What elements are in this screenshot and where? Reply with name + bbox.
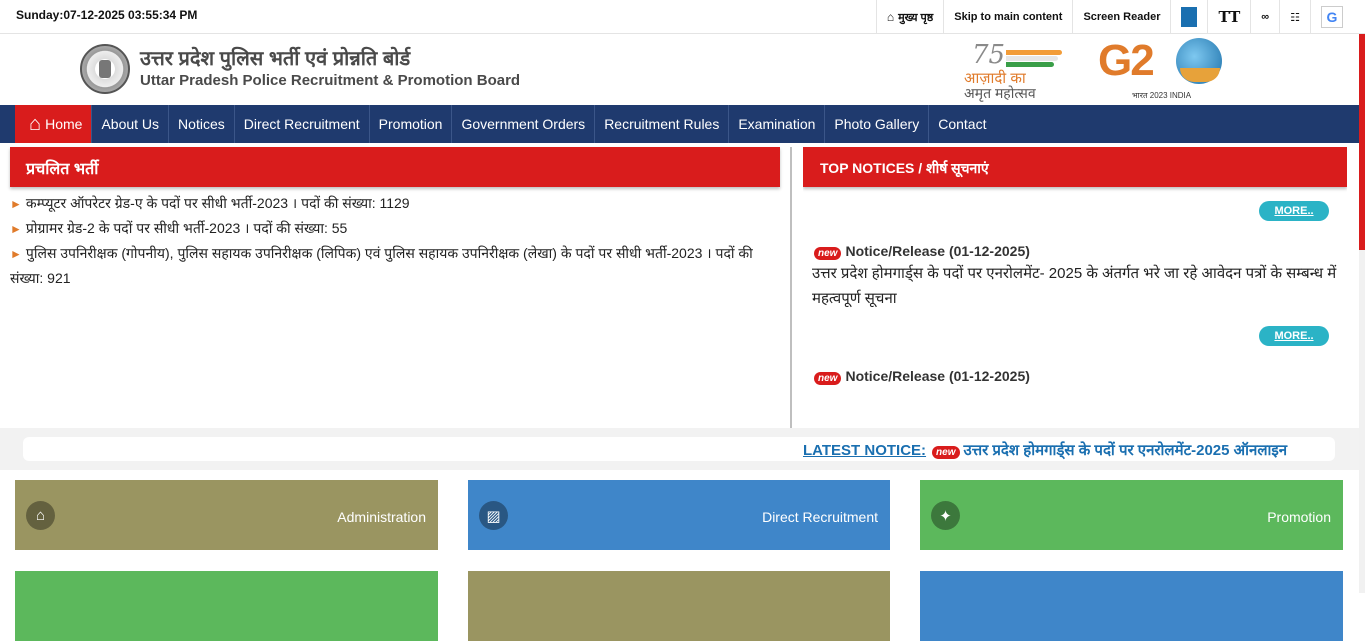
vacancy-text: कम्प्यूटर ऑपरेटर ग्रेड-ए के पदों पर सीधी… [25,195,410,211]
current-vacancies-heading: प्रचलित भर्ती [10,147,780,187]
home-icon: ⌂ [26,501,55,530]
vacancy-item[interactable]: ► पुलिस उपनिरीक्षक (गोपनीय), पुलिस सहायक … [10,241,780,290]
home-link[interactable]: ⌂ मुख्य पृष्ठ [875,0,943,34]
arrow-right-icon: ► [10,197,22,211]
arrow-right-icon: ► [10,222,22,236]
medal-icon: ✦ [931,501,960,530]
main-navigation: ⌂ Home About Us Notices Direct Recruitme… [0,105,1359,143]
text-size-icon: TT [1218,8,1241,26]
new-badge-icon: new [814,372,842,385]
scrollbar-thumb[interactable] [1359,34,1365,250]
panel-divider [790,147,792,428]
ticker-content[interactable]: LATEST NOTICE: new उत्तर प्रदेश होमगार्ड्स… [803,440,1287,460]
azadi-ka-amrit-mahotsav-logo: 75 आज़ादी का अमृत महोत्सव [962,40,1082,101]
top-notices-panel: TOP NOTICES / शीर्ष सूचनाएं MORE.. new No… [803,147,1347,428]
tile-row2-2[interactable] [468,571,890,641]
new-badge-icon: new [814,247,842,260]
notice-item: MORE.. new Notice/Release (01-12-2025) उत… [803,187,1347,312]
google-translate-button[interactable]: G [1310,0,1343,34]
social-share-button[interactable]: ∞ [1250,0,1279,34]
g20-text: G2 [1098,36,1155,85]
vacancy-item[interactable]: ► कम्प्यूटर ऑपरेटर ग्रेड-ए के पदों पर सीध… [10,191,780,216]
nav-examination[interactable]: Examination [729,105,826,143]
text-size-button[interactable]: TT [1207,0,1250,34]
tile-label: Administration [337,509,426,525]
nav-direct-recruitment[interactable]: Direct Recruitment [235,105,370,143]
tile-administration[interactable]: ⌂ Administration [15,480,438,550]
notice-title: new Notice/Release (01-12-2025) [814,243,1030,260]
sitemap-icon: ☷ [1290,11,1300,24]
azadi-line-2: अमृत महोत्सव [964,85,1036,101]
social-icon: ∞ [1261,11,1270,23]
police-emblem-logo[interactable] [80,44,130,94]
tile-row2-3[interactable] [920,571,1343,641]
home-icon: ⌂ [886,10,895,24]
utility-links: ⌂ मुख्य पृष्ठ Skip to main content Scree… [875,0,1343,34]
latest-notice-ticker: LATEST NOTICE: new उत्तर प्रदेश होमगार्ड्स… [23,437,1335,461]
skip-to-main-link[interactable]: Skip to main content [943,0,1072,34]
tile-direct-recruitment[interactable]: ▨ Direct Recruitment [468,480,890,550]
contrast-icon [1181,7,1198,27]
arrow-right-icon: ► [10,247,22,261]
nav-home-label: Home [45,116,83,132]
notice-title-text: Notice/Release (01-12-2025) [845,243,1030,259]
nav-promotion[interactable]: Promotion [370,105,453,143]
site-title-english: Uttar Pradesh Police Recruitment & Promo… [140,72,521,89]
nav-home[interactable]: ⌂ Home [15,105,93,143]
site-header: उत्तर प्रदेश पुलिस भर्ती एवं प्रोन्नति ब… [0,34,1365,105]
tile-label: Direct Recruitment [762,509,878,525]
notice-item: MORE.. new Notice/Release (01-12-2025) [803,312,1347,428]
tile-row2-1[interactable] [15,571,438,641]
more-button[interactable]: MORE.. [1259,201,1329,221]
nav-photo-gallery[interactable]: Photo Gallery [825,105,930,143]
home-link-label: मुख्य पृष्ठ [898,11,934,24]
notice-title-text: Notice/Release (01-12-2025) [845,368,1030,384]
page-scrollbar[interactable] [1359,34,1365,593]
nav-notices[interactable]: Notices [169,105,235,143]
contrast-toggle[interactable] [1170,0,1207,34]
current-vacancies-panel: प्रचलित भर्ती ► कम्प्यूटर ऑपरेटर ग्रेड-ए … [10,147,780,428]
google-icon: G [1321,6,1343,28]
tile-label: Promotion [1267,509,1331,525]
latest-notice-label[interactable]: LATEST NOTICE: [803,442,926,459]
top-utility-bar: Sunday:07-12-2025 03:55:34 PM ⌂ मुख्य पृ… [0,0,1365,34]
id-card-icon: ▨ [479,501,508,530]
lotus-icon [1180,68,1220,82]
g20-subtitle: भारत 2023 INDIA [1132,91,1192,100]
azadi-75-number: 75 [972,40,1006,70]
new-badge-icon: new [932,446,960,459]
nav-about-us[interactable]: About Us [92,105,170,143]
vacancy-text: प्रोग्रामर ग्रेड-2 के पदों पर सीधी भर्ती… [25,220,348,236]
sitemap-button[interactable]: ☷ [1279,0,1310,34]
site-title-hindi: उत्तर प्रदेश पुलिस भर्ती एवं प्रोन्नति ब… [140,48,411,70]
nav-government-orders[interactable]: Government Orders [452,105,596,143]
notice-title: new Notice/Release (01-12-2025) [814,368,1030,385]
notice-description[interactable]: उत्तर प्रदेश होमगार्ड्स के पदों पर एनरोल… [812,261,1337,311]
g20-logo: G2 भारत 2023 INDIA [1098,34,1228,104]
nav-recruitment-rules[interactable]: Recruitment Rules [595,105,730,143]
top-notices-heading: TOP NOTICES / शीर्ष सूचनाएं [803,147,1347,187]
tricolor-flag-graphic [1006,50,1066,67]
nav-contact[interactable]: Contact [929,105,995,143]
tile-promotion[interactable]: ✦ Promotion [920,480,1343,550]
ticker-text[interactable]: उत्तर प्रदेश होमगार्ड्स के पदों पर एनरोल… [964,442,1288,459]
more-button[interactable]: MORE.. [1259,326,1329,346]
screen-reader-link[interactable]: Screen Reader [1072,0,1170,34]
vacancy-text: पुलिस उपनिरीक्षक (गोपनीय), पुलिस सहायक उ… [10,245,753,286]
vacancy-item[interactable]: ► प्रोग्रामर ग्रेड-2 के पदों पर सीधी भर्त… [10,216,780,241]
vacancy-list: ► कम्प्यूटर ऑपरेटर ग्रेड-ए के पदों पर सीध… [10,187,780,290]
latest-notice-ticker-bar: LATEST NOTICE: new उत्तर प्रदेश होमगार्ड्स… [0,428,1359,470]
date-time: Sunday:07-12-2025 03:55:34 PM [16,8,198,22]
home-icon: ⌂ [29,112,42,135]
